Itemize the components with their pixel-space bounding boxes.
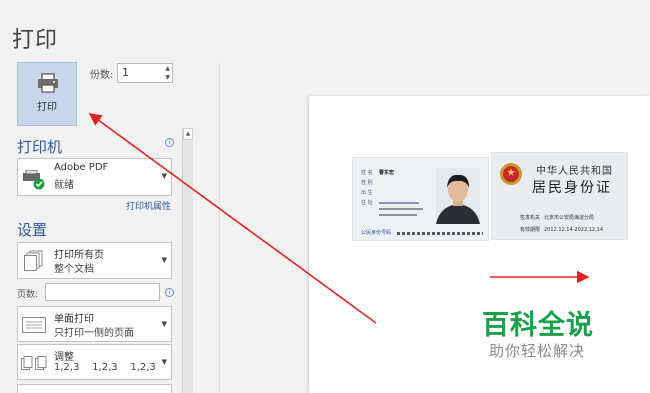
watermark-slogan: 助你轻松解决 [489,342,586,360]
red-arrow-to-print-button [88,113,377,324]
watermark-logo-text: 百科全说 [482,310,594,341]
